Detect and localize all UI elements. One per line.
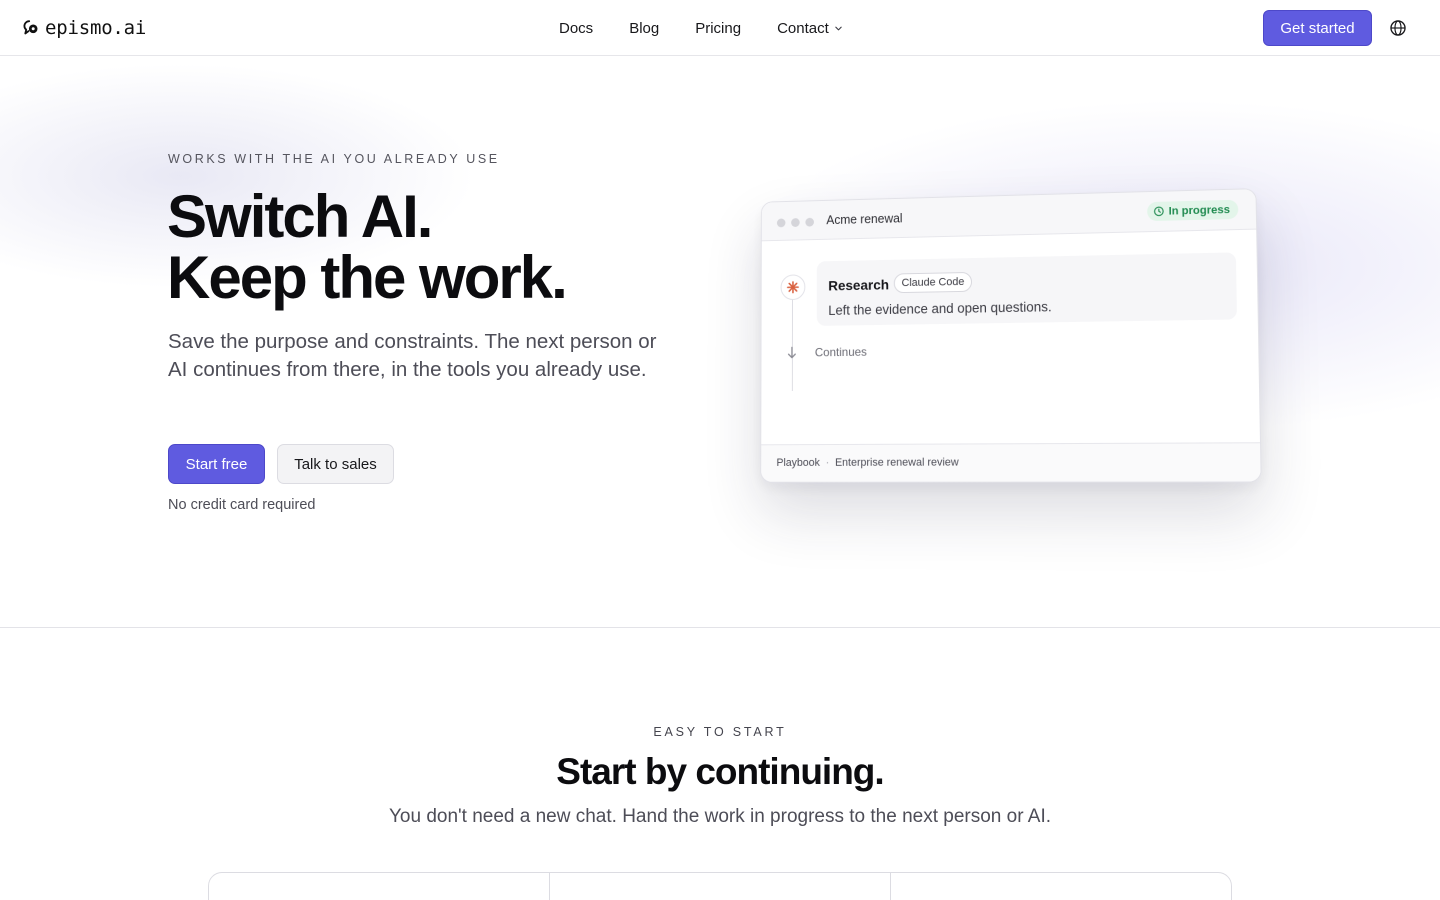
timeline-rail xyxy=(791,293,793,391)
continues-label: Continues xyxy=(814,344,867,360)
step-description: Left the evidence and open questions. xyxy=(828,299,1052,318)
nav-link-pricing[interactable]: Pricing xyxy=(695,20,741,37)
steps-panel-group xyxy=(208,872,1232,900)
playbook-line: Playbook · Enterprise renewal review xyxy=(776,457,958,469)
main-nav: Docs Blog Pricing Contact xyxy=(559,17,843,39)
top-navigation-bar: epismo.ai Docs Blog Pricing Contact Get … xyxy=(0,0,1440,56)
section-subtitle: You don't need a new chat. Hand the work… xyxy=(388,806,1051,827)
playbook-label: Playbook xyxy=(776,456,820,469)
hero-description: Save the purpose and constraints. The ne… xyxy=(168,330,657,381)
clock-icon xyxy=(1153,206,1164,217)
hero-eyebrow: WORKS WITH THE AI YOU ALREADY USE xyxy=(168,152,500,166)
get-started-button[interactable]: Get started xyxy=(1263,10,1372,46)
epismo-logo-icon xyxy=(23,20,38,35)
timeline-node xyxy=(780,274,806,301)
window-dot xyxy=(776,218,786,228)
arrow-down-icon xyxy=(786,346,797,360)
tool-badge: Claude Code xyxy=(893,271,973,294)
section-title: Start by continuing. xyxy=(556,751,884,792)
section-eyebrow: EASY TO START xyxy=(653,725,787,739)
nav-link-contact-label: Contact xyxy=(777,19,829,37)
step-title: Research xyxy=(828,276,890,294)
step-panel xyxy=(209,873,550,900)
hero-headline: Switch AI. Keep the work. xyxy=(167,183,568,311)
brand-name: epismo.ai xyxy=(45,17,147,39)
status-badge-label: In progress xyxy=(1168,203,1231,218)
globe-icon[interactable] xyxy=(1389,19,1407,37)
hero-headline-line-2: Keep the work. xyxy=(167,244,568,311)
nav-link-blog[interactable]: Blog xyxy=(629,20,659,37)
playbook-value: Enterprise renewal review xyxy=(835,456,959,469)
step-panel xyxy=(891,873,1231,900)
chevron-down-icon xyxy=(835,26,842,30)
nav-link-docs[interactable]: Docs xyxy=(559,20,593,37)
window-dot xyxy=(805,217,814,227)
preview-card-title: Acme renewal xyxy=(826,211,903,228)
start-free-button[interactable]: Start free xyxy=(168,444,265,484)
step-panel xyxy=(550,873,891,900)
footer-separator: · xyxy=(825,456,830,469)
nav-dropdown-contact[interactable]: Contact xyxy=(777,20,843,37)
timeline-step-research[interactable]: Research Claude Code Left the evidence a… xyxy=(816,252,1238,326)
no-credit-card-note: No credit card required xyxy=(168,497,316,513)
claude-sparkle-icon xyxy=(786,280,799,294)
hero-headline-line-1: Switch AI. xyxy=(167,183,433,250)
workflow-preview-card: Acme renewal In progress Research Claude… xyxy=(760,188,1262,483)
talk-to-sales-button[interactable]: Talk to sales xyxy=(277,444,394,484)
brand-logo-link[interactable]: epismo.ai xyxy=(23,16,146,40)
preview-card-footer: Playbook · Enterprise renewal review xyxy=(761,442,1261,482)
window-dot xyxy=(791,218,800,228)
status-badge: In progress xyxy=(1147,199,1239,222)
